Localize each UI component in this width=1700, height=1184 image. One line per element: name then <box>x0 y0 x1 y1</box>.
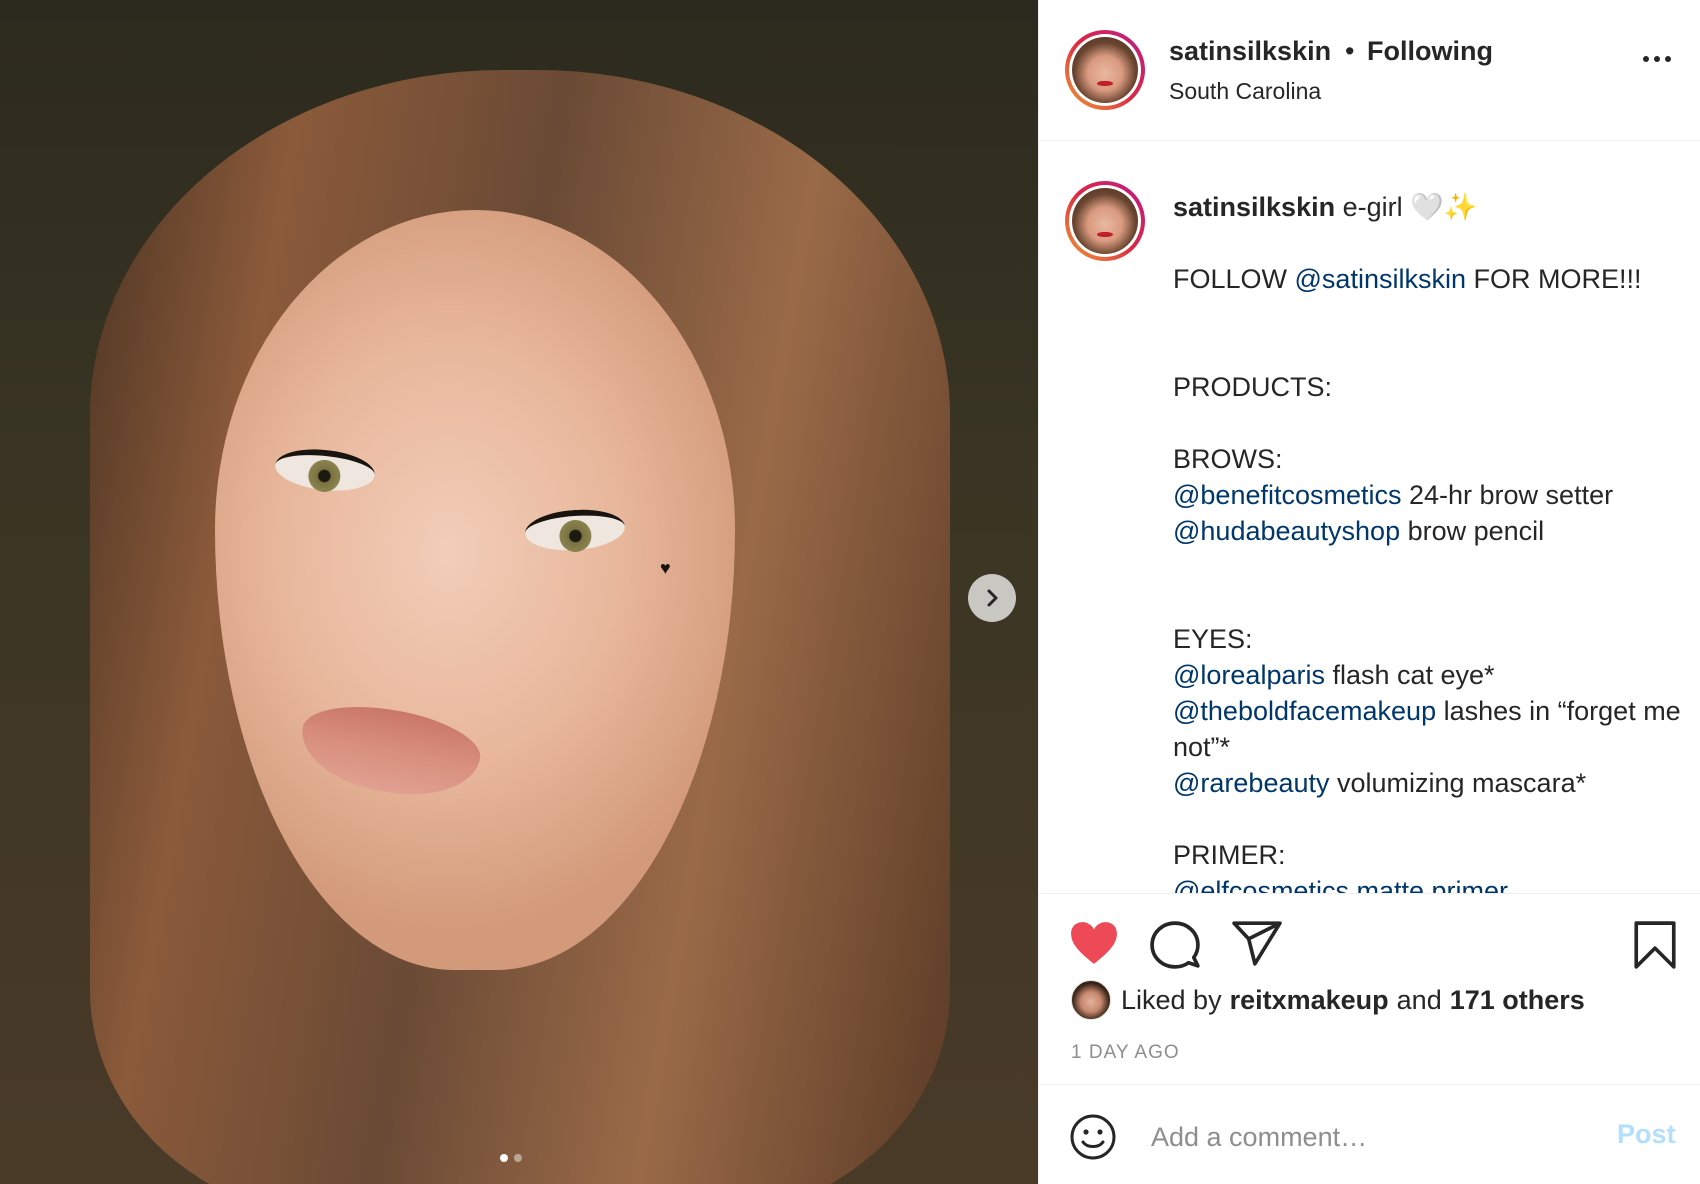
liked-others[interactable]: 171 others <box>1450 985 1585 1016</box>
list-item: @theboldfacemakeup lashes in “forget me … <box>1173 693 1683 765</box>
liker-avatar[interactable] <box>1071 980 1111 1020</box>
list-item: @benefitcosmetics 24-hr brow setter <box>1173 477 1683 513</box>
liked-prefix: Liked by <box>1121 984 1222 1015</box>
caption-title: e-girl 🤍✨ <box>1342 192 1478 222</box>
liked-by: Liked by reitxmakeup and 171 others <box>1071 980 1585 1020</box>
carousel-dot-1 <box>500 1154 508 1162</box>
eye-text-1: flash cat eye* <box>1324 660 1495 690</box>
comment-bar: Post <box>1039 1084 1700 1184</box>
list-item: @hudabeautyshop brow pencil <box>1173 513 1683 549</box>
smiley-icon[interactable] <box>1069 1113 1117 1161</box>
list-item: @rarebeauty volumizing mascara* <box>1173 765 1683 801</box>
post-header: satinsilkskin • Following South Carolina <box>1039 0 1700 141</box>
post-side-panel: satinsilkskin • Following South Carolina… <box>1038 0 1700 1184</box>
header-username[interactable]: satinsilkskin <box>1169 36 1331 67</box>
liked-user[interactable]: reitxmakeup <box>1230 985 1389 1016</box>
brow-mention-2[interactable]: @hudabeautyshop <box>1173 516 1400 546</box>
brow-text-1: 24-hr brow setter <box>1401 480 1614 510</box>
header-location[interactable]: South Carolina <box>1169 78 1321 105</box>
carousel-dots <box>500 1154 522 1162</box>
brows-heading: BROWS: <box>1173 444 1283 474</box>
primer-heading: PRIMER: <box>1173 840 1286 870</box>
caption-follow-mention[interactable]: @satinsilkskin <box>1295 264 1466 294</box>
eyes-heading: EYES: <box>1173 624 1253 654</box>
eye-mention-1[interactable]: @lorealparis <box>1173 660 1325 690</box>
post-comment-button[interactable]: Post <box>1617 1119 1676 1150</box>
brow-mention-1[interactable]: @benefitcosmetics <box>1173 480 1402 510</box>
primer-partial[interactable]: @elfcosmetics matte primer <box>1173 873 1683 893</box>
header-separator: • <box>1345 36 1355 66</box>
post-actions: Liked by reitxmakeup and 171 others 1 DA… <box>1039 893 1700 1084</box>
bookmark-icon[interactable] <box>1633 920 1677 970</box>
carousel-dot-2 <box>514 1154 522 1162</box>
photo-heart-mark: ♥ <box>660 558 671 578</box>
more-horizontal-icon[interactable] <box>1643 56 1671 62</box>
caption-username[interactable]: satinsilkskin <box>1173 192 1335 222</box>
following-button[interactable]: Following <box>1367 36 1493 67</box>
caption-follow-suffix: FOR MORE!!! <box>1465 264 1642 294</box>
liked-and: and <box>1396 984 1442 1015</box>
list-item: @lorealparis flash cat eye* <box>1173 657 1683 693</box>
caption-text: satinsilkskin e-girl 🤍✨ FOLLOW @satinsil… <box>1173 189 1683 893</box>
caption-scroll-area[interactable]: satinsilkskin e-girl 🤍✨ FOLLOW @satinsil… <box>1039 141 1700 893</box>
caption-follow-prefix: FOLLOW <box>1173 264 1295 294</box>
eye-text-3: volumizing mascara* <box>1329 768 1587 798</box>
products-heading: PRODUCTS: <box>1173 372 1333 402</box>
eye-mention-3[interactable]: @rarebeauty <box>1173 768 1330 798</box>
eye-mention-2[interactable]: @theboldfacemakeup <box>1173 696 1436 726</box>
post-timestamp[interactable]: 1 DAY AGO <box>1071 1042 1180 1064</box>
comment-input[interactable] <box>1151 1115 1551 1159</box>
caption-avatar[interactable] <box>1065 181 1145 261</box>
comment-bubble-icon[interactable] <box>1150 920 1200 970</box>
heart-filled-icon[interactable] <box>1069 920 1119 966</box>
post-photo[interactable]: ♥ <box>0 0 1038 1184</box>
header-avatar[interactable] <box>1065 30 1145 110</box>
carousel-next-button[interactable] <box>968 574 1016 622</box>
paper-plane-icon[interactable] <box>1232 920 1282 966</box>
brow-text-2: brow pencil <box>1400 516 1545 546</box>
chevron-right-icon <box>987 589 998 607</box>
